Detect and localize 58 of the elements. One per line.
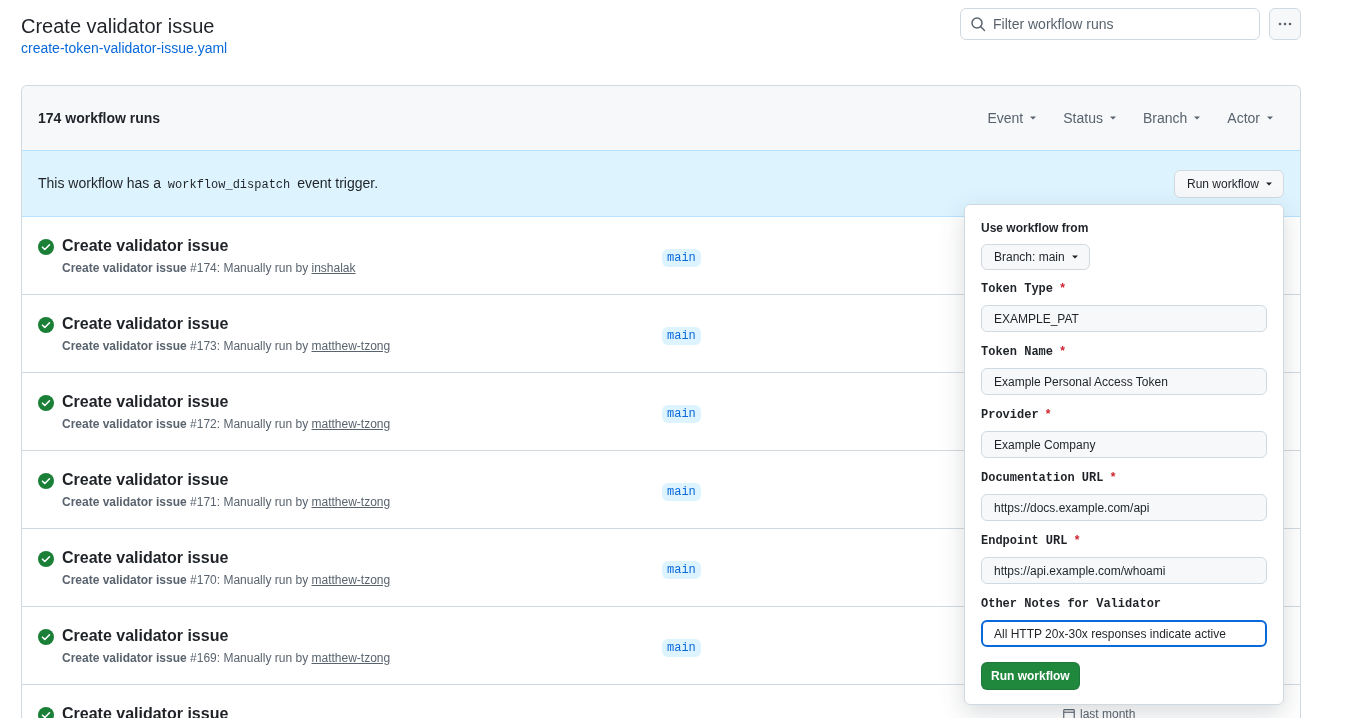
input-field[interactable]: https://api.example.com/whoami — [981, 557, 1267, 584]
run-title[interactable]: Create validator issue — [62, 314, 229, 334]
field-label: Other Notes for Validator — [981, 597, 1162, 611]
branch-label[interactable]: main — [662, 405, 701, 423]
input-field[interactable]: Example Personal Access Token — [981, 368, 1267, 395]
field-label: Token Name * — [981, 345, 1067, 359]
actor-link[interactable]: inshalak — [311, 261, 356, 275]
input-field[interactable]: https://docs.example.com/api — [981, 494, 1267, 521]
run-count: 174 workflow runs — [38, 110, 161, 126]
branch-label[interactable]: main — [662, 327, 701, 345]
field-label: Documentation URL * — [981, 471, 1117, 485]
run-description: Create validator issue #174: Manually run by inshalak — [62, 261, 357, 275]
branch-label[interactable]: main — [662, 561, 701, 579]
required-mark: * — [1059, 345, 1067, 359]
calendar-icon — [1062, 707, 1076, 718]
run-workflow-button[interactable]: Run workflow — [981, 662, 1080, 690]
actor-link[interactable]: matthew-tzong — [311, 417, 391, 431]
run-description: Create validator issue #170: Manually run by matthew-tzong — [62, 573, 392, 587]
more-button[interactable] — [1269, 8, 1301, 40]
required-mark: * — [1059, 282, 1067, 296]
run-time: last month — [1080, 707, 1136, 718]
input-field[interactable]: EXAMPLE_PAT — [981, 305, 1267, 332]
run-title[interactable]: Create validator issue — [62, 626, 229, 646]
branch-select-button[interactable]: Branch: main — [981, 244, 1090, 270]
branch-label[interactable]: main — [662, 639, 701, 657]
run-description: Create validator issue #171: Manually run by matthew-tzong — [62, 495, 392, 509]
search-icon — [970, 16, 986, 32]
actor-link[interactable]: matthew-tzong — [311, 651, 391, 665]
file-link[interactable]: create-token-validator-issue.yaml — [21, 40, 228, 56]
input-field[interactable]: Example Company — [981, 431, 1267, 458]
actor-link[interactable]: matthew-tzong — [311, 495, 391, 509]
field-label: Provider * — [981, 408, 1052, 422]
input-field[interactable]: All HTTP 20x-30x responses indicate active — [981, 620, 1267, 647]
run-description: Create validator issue #173: Manually run by matthew-tzong — [62, 339, 392, 353]
required-mark: * — [1109, 471, 1117, 485]
field-label: Endpoint URL * — [981, 534, 1081, 548]
required-mark: * — [1073, 534, 1081, 548]
run-title[interactable]: Create validator issue — [62, 236, 229, 256]
page-title: Create validator issue — [21, 14, 216, 39]
run-description: Create validator issue #169: Manually run by matthew-tzong — [62, 651, 392, 665]
filter-dropdown[interactable]: Status — [1055, 110, 1127, 126]
branch-label[interactable]: main — [662, 483, 701, 501]
run-title[interactable]: Create validator issue — [62, 392, 229, 412]
run-title[interactable]: Create validator issue — [62, 470, 229, 490]
required-mark: * — [1044, 408, 1052, 422]
run-workflow-button[interactable]: Run workflow — [1173, 169, 1284, 198]
search-field[interactable]: Filter workflow runs — [960, 8, 1260, 40]
popover-heading: Use workflow from — [981, 221, 1089, 235]
actor-link[interactable]: matthew-tzong — [311, 339, 391, 353]
run-description: Create validator issue #172: Manually run by matthew-tzong — [62, 417, 392, 431]
branch-label[interactable]: main — [662, 249, 701, 267]
filter-dropdown[interactable]: Actor — [1219, 110, 1284, 126]
filter-dropdown[interactable]: Branch — [1134, 110, 1212, 126]
actor-link[interactable]: matthew-tzong — [311, 573, 391, 587]
field-label: Token Type * — [981, 282, 1067, 296]
filter-dropdown[interactable]: Event — [979, 110, 1048, 126]
run-title[interactable]: Create validator issue — [62, 548, 229, 568]
banner-text: This workflow has a workflow_dispatch event trigger. — [38, 175, 379, 192]
